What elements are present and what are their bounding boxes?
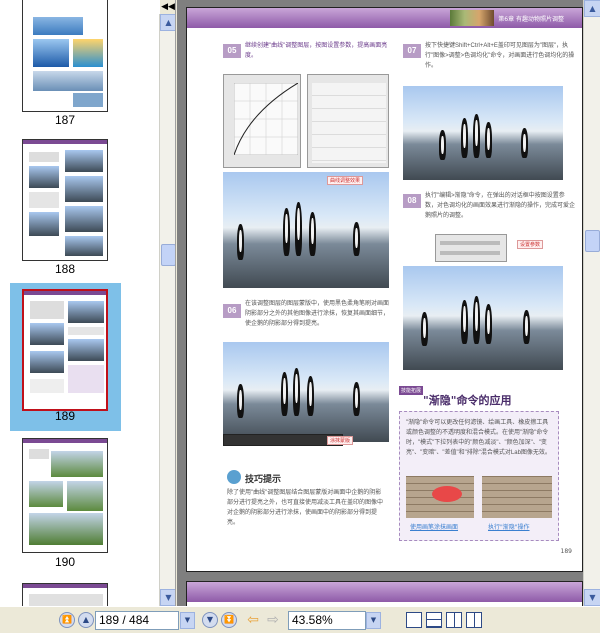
fade-dialog (435, 234, 507, 262)
thumbnail-label: 188 (54, 262, 76, 276)
layer-mask-strip (223, 434, 343, 446)
step-08-text: 执行"编辑>渐隐"命令，在弹出的对话框中按图设置参数，对色调均化的画面效果进行渐… (425, 193, 575, 219)
thumbnail-page-189[interactable] (22, 289, 108, 411)
next-page-icon[interactable]: ▼ (202, 612, 218, 628)
caption-fade-link[interactable]: 执行"渐隐"操作 (488, 522, 530, 531)
tip-icon (227, 470, 241, 484)
layers-panel (307, 74, 389, 168)
step-06-badge: 06 (223, 304, 241, 318)
page-header: 第6章 有趣动物照片调整 (187, 8, 582, 28)
step-05-badge: 05 (223, 44, 241, 58)
step-07-badge: 07 (403, 44, 421, 58)
first-page-icon[interactable]: ⏫ (59, 612, 75, 628)
scroll-down-icon[interactable]: ▼ (584, 589, 600, 606)
section-title: "渐隐"命令的应用 (423, 394, 512, 407)
brick-photo-faded (482, 476, 552, 518)
page-dropdown-icon[interactable]: ▼ (180, 612, 195, 629)
section-callout-box: "渐隐"命令可以更改任何滤镜、绘画工具、橡皮擦工具或颜色调整的不透明度和混合模式… (399, 411, 559, 541)
thumbnail-page-191[interactable] (22, 583, 108, 606)
facing-pages-icon[interactable] (446, 612, 462, 628)
document-scrollbar[interactable]: ▲ ▼ (583, 0, 600, 606)
continuous-page-icon[interactable] (426, 612, 442, 628)
step-06-text: 在该调整图层的图层蒙版中，使用黑色柔角笔刷对画面阴影部分之外的其他图像进行涂抹，… (245, 301, 390, 327)
last-page-icon[interactable]: ⏬ (221, 612, 237, 628)
thumbnail-pane[interactable]: ◀◀ 187 188 189 190 ▲ ▼ (0, 0, 176, 606)
pdf-page: 第6章 有趣动物照片调整 05 继续创建"曲线"调整图层，按图设置参数，提高画面… (186, 7, 583, 572)
penguin-photo-step07 (403, 86, 563, 180)
mask-label: 涂抹蒙版 (327, 436, 354, 445)
thumbnail-scrollbar[interactable]: ▲ ▼ (159, 14, 175, 606)
back-arrow-icon[interactable]: ⇦ (244, 612, 262, 628)
section-tag: 技能拓展 (399, 386, 424, 395)
forward-arrow-icon[interactable]: ⇨ (264, 612, 282, 628)
fade-settings-label: 设置参数 (517, 240, 544, 249)
tip-text: 除了使用"曲线"调整图层结合图层蒙版对画面中企鹅的阴影部分进行提亮之外，也可直接… (227, 490, 384, 526)
brick-photo-brushed (406, 476, 474, 518)
zoom-input[interactable]: 43.58% (288, 611, 366, 630)
navigation-toolbar: ⏫ ▲ 189 / 484 ▼ ▼ ⏬ ⇦ ⇨ 43.58% ▼ (0, 606, 600, 633)
scroll-up-icon[interactable]: ▲ (584, 0, 600, 17)
page-number-input[interactable]: 189 / 484 (95, 611, 179, 630)
step-07-text: 按下快捷键Shift+Ctrl+Alt+E盖印可见图层为"图层"，执行"图像>调… (425, 43, 575, 69)
thumbnail-page-187[interactable] (22, 0, 108, 112)
penguin-photo-curves (223, 172, 389, 288)
step-05-text: 继续创建"曲线"调整图层，按图设置参数，提高画面亮度。 (245, 43, 388, 59)
scroll-down-icon[interactable]: ▼ (160, 589, 175, 606)
next-page-header (187, 582, 582, 602)
section-text: "渐隐"命令可以更改任何滤镜、绘画工具、橡皮擦工具或颜色调整的不透明度和混合模式… (406, 420, 551, 456)
tip-title: 技巧提示 (245, 475, 282, 485)
page-number: 189 (560, 548, 572, 555)
chapter-title: 第6章 有趣动物照片调整 (498, 16, 564, 23)
step-08-badge: 08 (403, 194, 421, 208)
continuous-facing-icon[interactable] (466, 612, 482, 628)
scroll-up-icon[interactable]: ▲ (160, 14, 175, 31)
penguin-photo-step06 (223, 342, 389, 442)
next-pdf-page (186, 581, 583, 606)
thumbnail-page-188[interactable] (22, 139, 108, 261)
thumbnail-label: 189 (54, 409, 76, 423)
single-page-icon[interactable] (406, 612, 422, 628)
curves-effect-label: 曲线调整效果 (327, 176, 364, 185)
scrollbar-thumb[interactable] (161, 244, 175, 266)
curves-dialog (223, 74, 301, 168)
scrollbar-thumb[interactable] (585, 230, 600, 252)
previous-page-icon[interactable]: ▲ (78, 612, 94, 628)
header-animal-photos (450, 10, 494, 26)
zoom-dropdown-icon[interactable]: ▼ (366, 612, 381, 629)
collapse-pane-icon[interactable]: ◀◀ (160, 0, 175, 14)
thumbnail-label: 190 (54, 555, 76, 569)
thumbnail-label: 187 (54, 113, 76, 127)
penguin-photo-step08 (403, 266, 563, 370)
document-pane[interactable]: 第6章 有趣动物照片调整 05 继续创建"曲线"调整图层，按图设置参数，提高画面… (177, 0, 600, 606)
thumbnail-page-190[interactable] (22, 438, 108, 553)
caption-brush-link[interactable]: 使用画笔涂抹画面 (410, 522, 458, 531)
curve-graph (234, 83, 298, 155)
